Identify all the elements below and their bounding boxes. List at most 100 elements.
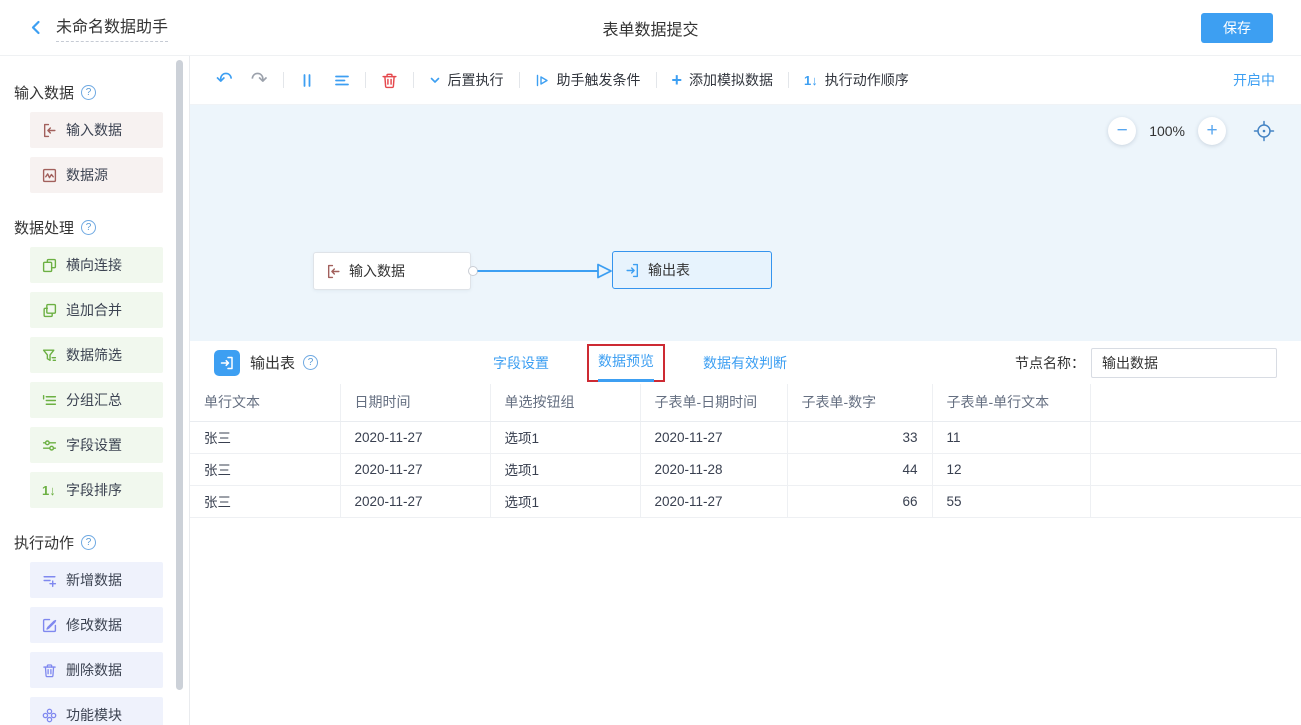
cell: 张三 bbox=[190, 485, 340, 517]
sort-icon: 1↓ bbox=[42, 483, 57, 498]
column-header: 单选按钮组 bbox=[490, 384, 640, 421]
trigger-play-icon bbox=[535, 73, 550, 88]
sidebar-item-input-data[interactable]: 输入数据 bbox=[30, 112, 163, 148]
export-icon bbox=[625, 263, 640, 278]
locate-target-icon[interactable] bbox=[1253, 120, 1275, 142]
chevron-down-icon bbox=[429, 75, 441, 86]
output-table-icon bbox=[214, 350, 240, 376]
tab-data-preview[interactable]: 数据预览 bbox=[598, 344, 654, 382]
sidebar-item-label: 数据筛选 bbox=[66, 345, 122, 365]
tab-data-validation[interactable]: 数据有效判断 bbox=[703, 353, 787, 373]
sidebar-item-data-source[interactable]: 数据源 bbox=[30, 157, 163, 193]
connector-dot bbox=[469, 267, 478, 276]
cell: 33 bbox=[787, 421, 932, 453]
trigger-condition-label: 助手触发条件 bbox=[557, 70, 641, 90]
undo-button[interactable]: ↶ bbox=[216, 70, 233, 90]
import-icon bbox=[42, 123, 57, 138]
node-name-label: 节点名称： bbox=[1015, 353, 1085, 373]
divider bbox=[283, 72, 284, 88]
save-button[interactable]: 保存 bbox=[1201, 13, 1273, 43]
column-header: 子表单-日期时间 bbox=[640, 384, 787, 421]
sidebar-item-label: 输入数据 bbox=[66, 120, 122, 140]
status-enabled-link[interactable]: 开启中 bbox=[1233, 70, 1275, 90]
sidebar-item-field-sort[interactable]: 1↓ 字段排序 bbox=[30, 472, 163, 508]
tab-field-settings[interactable]: 字段设置 bbox=[493, 353, 549, 373]
sidebar-item-horizontal-join[interactable]: 横向连接 bbox=[30, 247, 163, 283]
post-execute-label: 后置执行 bbox=[448, 70, 504, 90]
cell: 44 bbox=[787, 453, 932, 485]
help-icon[interactable]: ? bbox=[81, 535, 96, 550]
sidebar-item-edit-data[interactable]: 修改数据 bbox=[30, 607, 163, 643]
sidebar-item-label: 字段排序 bbox=[66, 480, 122, 500]
zoom-level: 100% bbox=[1149, 123, 1185, 139]
action-order-button[interactable]: 1↓ 执行动作顺序 bbox=[804, 70, 909, 90]
sidebar: 输入数据 ? 输入数据 数据源 数据处理 ? bbox=[0, 56, 190, 725]
sidebar-scrollbar[interactable] bbox=[176, 60, 183, 690]
sidebar-item-label: 修改数据 bbox=[66, 615, 122, 635]
app-window: 未命名数据助手 表单数据提交 保存 输入数据 ? 输入数据 数据源 bbox=[0, 0, 1301, 725]
chevron-left-icon bbox=[28, 19, 44, 36]
sidebar-item-label: 删除数据 bbox=[66, 660, 122, 680]
sidebar-section-process: 数据处理 ? 横向连接 追加合并 数据筛选 分组汇总 bbox=[14, 217, 189, 508]
sidebar-item-group-summary[interactable]: 分组汇总 bbox=[30, 382, 163, 418]
sidebar-item-delete-data[interactable]: 删除数据 bbox=[30, 652, 163, 688]
help-icon[interactable]: ? bbox=[303, 355, 318, 370]
align-horizontal-button[interactable] bbox=[334, 73, 350, 88]
divider bbox=[365, 72, 366, 88]
node-name-input[interactable] bbox=[1091, 348, 1277, 378]
top-header: 未命名数据助手 表单数据提交 保存 bbox=[0, 0, 1301, 56]
cell: 2020-11-28 bbox=[640, 453, 787, 485]
action-order-label: 执行动作顺序 bbox=[825, 70, 909, 90]
node-label: 输入数据 bbox=[349, 261, 405, 281]
cell: 66 bbox=[787, 485, 932, 517]
zoom-controls: − 100% + bbox=[1108, 117, 1275, 145]
trigger-condition-button[interactable]: 助手触发条件 bbox=[535, 70, 641, 90]
divider bbox=[656, 72, 657, 88]
sidebar-item-label: 分组汇总 bbox=[66, 390, 122, 410]
import-icon bbox=[326, 264, 341, 279]
sidebar-section-actions: 执行动作 ? 新增数据 修改数据 删除数据 功能模块 bbox=[14, 532, 189, 725]
sidebar-item-label: 字段设置 bbox=[66, 435, 122, 455]
add-rows-icon bbox=[42, 573, 57, 588]
sidebar-item-append-merge[interactable]: 追加合并 bbox=[30, 292, 163, 328]
canvas-toolbar: ↶ ↷ 后置执行 bbox=[190, 56, 1301, 105]
add-mock-data-button[interactable]: + 添加模拟数据 bbox=[672, 70, 774, 90]
node-name-group: 节点名称： bbox=[1015, 348, 1277, 378]
sidebar-section-input: 输入数据 ? 输入数据 数据源 bbox=[14, 82, 189, 193]
sidebar-item-add-data[interactable]: 新增数据 bbox=[30, 562, 163, 598]
node-output-table[interactable]: 输出表 bbox=[612, 251, 772, 289]
sidebar-item-label: 新增数据 bbox=[66, 570, 122, 590]
trash-icon bbox=[42, 663, 57, 678]
cell: 11 bbox=[932, 421, 1090, 453]
flow-canvas[interactable]: − 100% + 输入数据 输出表 bbox=[190, 105, 1301, 341]
trash-icon bbox=[381, 72, 398, 89]
cell: 12 bbox=[932, 453, 1090, 485]
help-icon[interactable]: ? bbox=[81, 220, 96, 235]
zoom-out-button[interactable]: − bbox=[1108, 117, 1136, 145]
column-header: 日期时间 bbox=[340, 384, 490, 421]
node-input-data[interactable]: 输入数据 bbox=[313, 252, 471, 290]
cell: 张三 bbox=[190, 421, 340, 453]
table-row: 张三 2020-11-27 选项1 2020-11-28 44 12 bbox=[190, 453, 1301, 485]
sidebar-item-field-settings[interactable]: 字段设置 bbox=[30, 427, 163, 463]
delete-node-button[interactable] bbox=[381, 72, 398, 89]
redo-button[interactable]: ↷ bbox=[251, 70, 268, 90]
zoom-in-button[interactable]: + bbox=[1198, 117, 1226, 145]
align-horizontal-icon bbox=[334, 73, 350, 88]
divider bbox=[519, 72, 520, 88]
align-vertical-button[interactable] bbox=[299, 73, 314, 88]
sidebar-item-function-module[interactable]: 功能模块 bbox=[30, 697, 163, 725]
assistant-title[interactable]: 未命名数据助手 bbox=[56, 13, 168, 42]
post-execute-button[interactable]: 后置执行 bbox=[429, 70, 504, 90]
back-button[interactable]: 未命名数据助手 bbox=[28, 13, 168, 42]
cell: 2020-11-27 bbox=[640, 485, 787, 517]
add-mock-data-label: 添加模拟数据 bbox=[689, 70, 773, 90]
highlight-box: 数据预览 bbox=[587, 344, 665, 382]
help-icon[interactable]: ? bbox=[81, 85, 96, 100]
table-row: 张三 2020-11-27 选项1 2020-11-27 33 11 bbox=[190, 421, 1301, 453]
panel-tabs: 字段设置 数据预览 数据有效判断 bbox=[493, 344, 787, 382]
node-label: 输出表 bbox=[648, 260, 690, 280]
sidebar-item-data-filter[interactable]: 数据筛选 bbox=[30, 337, 163, 373]
column-header: 单行文本 bbox=[190, 384, 340, 421]
cell: 2020-11-27 bbox=[640, 421, 787, 453]
